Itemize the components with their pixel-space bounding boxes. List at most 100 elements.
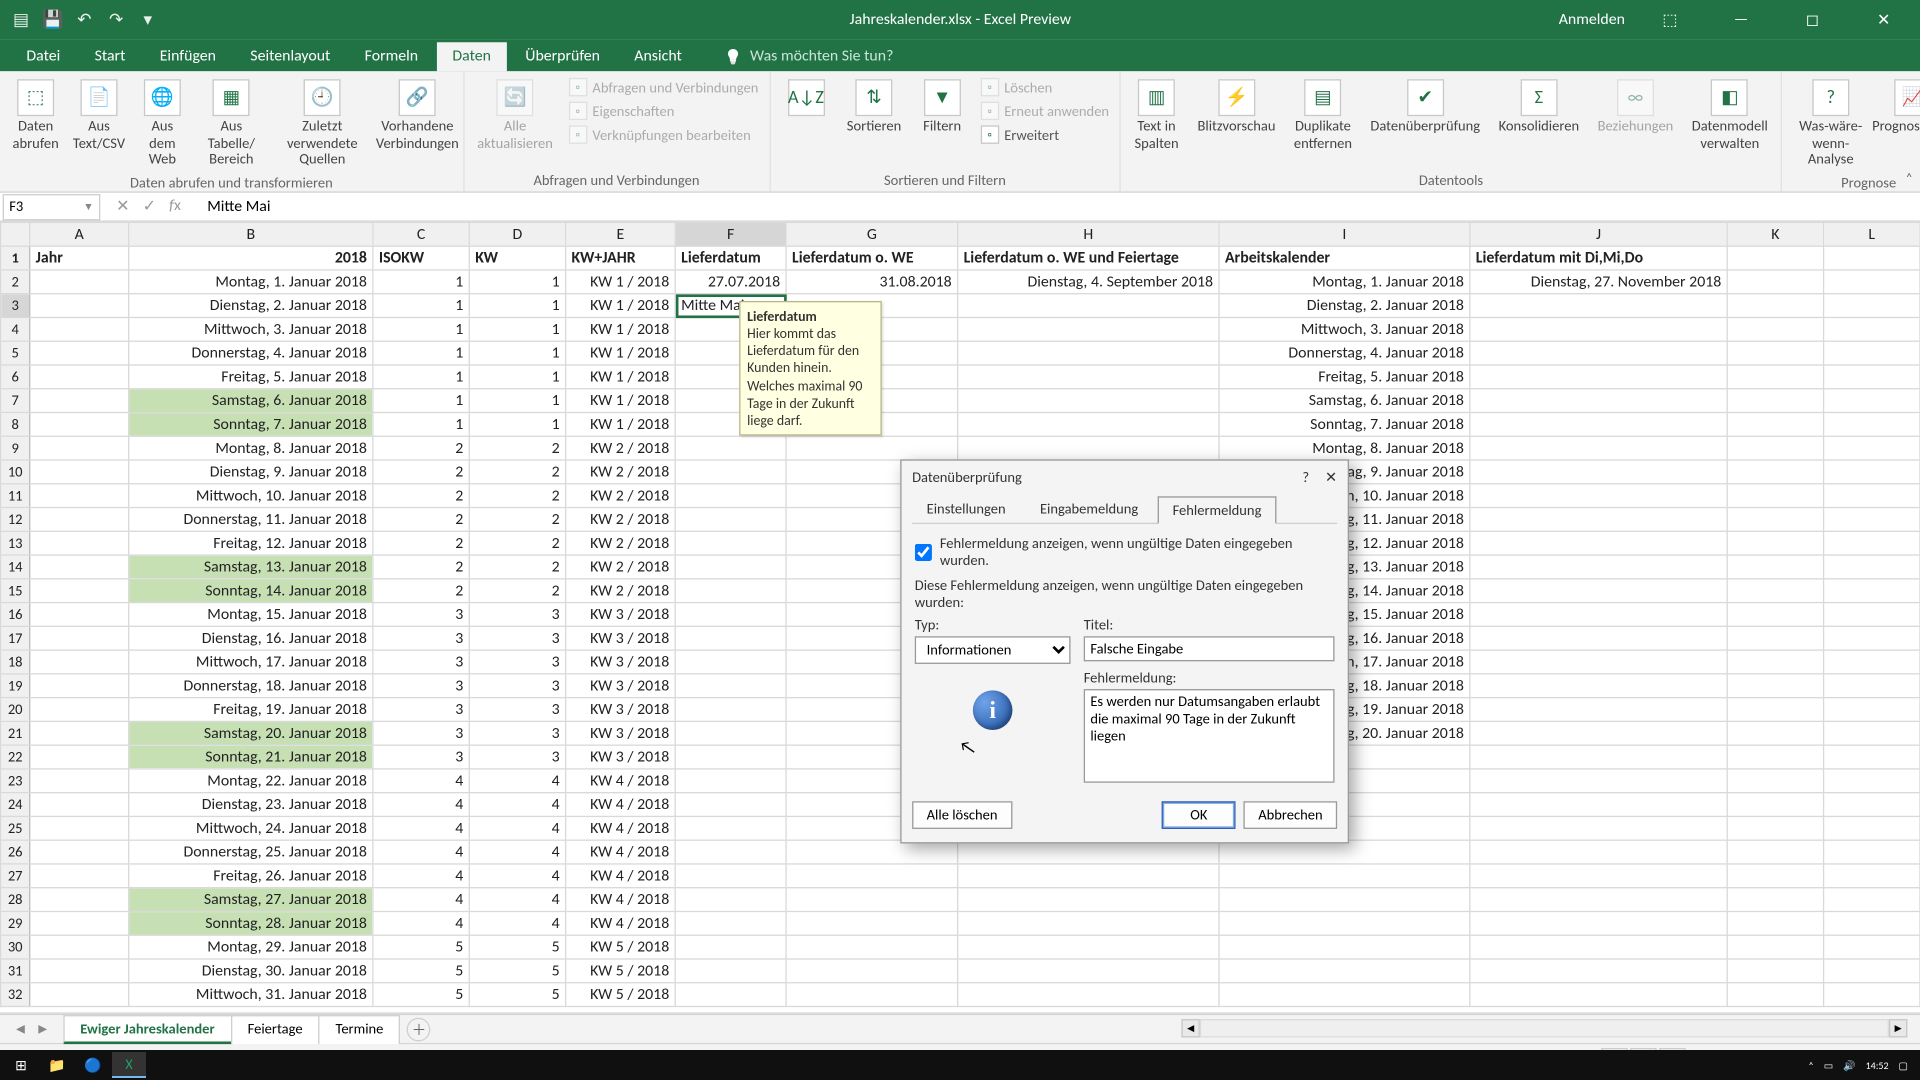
cell[interactable]: [1824, 508, 1920, 532]
cell[interactable]: [675, 911, 786, 935]
cell[interactable]: [786, 959, 958, 983]
cell[interactable]: [1470, 888, 1727, 912]
cell[interactable]: [30, 840, 129, 864]
chevron-down-icon[interactable]: ▼: [83, 200, 93, 213]
cell[interactable]: [958, 840, 1219, 864]
cell[interactable]: [30, 911, 129, 935]
taskbar-excel-icon[interactable]: X: [112, 1052, 146, 1078]
cell[interactable]: [1727, 698, 1823, 722]
cell[interactable]: 2: [469, 555, 565, 579]
cell[interactable]: [1470, 816, 1727, 840]
cell[interactable]: [1824, 436, 1920, 460]
name-box[interactable]: F3 ▼: [3, 193, 101, 219]
cell[interactable]: [1219, 888, 1470, 912]
cell[interactable]: 2: [373, 579, 469, 603]
row-header[interactable]: 15: [1, 579, 30, 603]
ribbon-tab-ansicht[interactable]: Ansicht: [618, 42, 697, 71]
cell[interactable]: 4: [469, 840, 565, 864]
cell[interactable]: 1: [373, 270, 469, 294]
cell[interactable]: 2: [373, 484, 469, 508]
horizontal-scrollbar[interactable]: ◄ ►: [1181, 1019, 1907, 1037]
row-header[interactable]: 25: [1, 816, 30, 840]
cell[interactable]: [1824, 793, 1920, 817]
ribbon-btn[interactable]: 🔗VorhandeneVerbindungen: [380, 77, 455, 155]
cell[interactable]: [30, 579, 129, 603]
ribbon-btn[interactable]: 📈Prognoseblatt: [1879, 77, 1920, 139]
cell[interactable]: [675, 436, 786, 460]
scroll-right-icon[interactable]: ►: [1889, 1019, 1907, 1037]
ribbon-btn[interactable]: ✔Datenüberprüfung: [1365, 77, 1485, 139]
cell[interactable]: [1470, 674, 1727, 698]
cell[interactable]: [1470, 626, 1727, 650]
cell[interactable]: [1824, 816, 1920, 840]
start-button[interactable]: ⊞: [4, 1052, 38, 1078]
cell[interactable]: Sonntag, 14. Januar 2018: [129, 579, 373, 603]
row-header[interactable]: 27: [1, 864, 30, 888]
row-header[interactable]: 29: [1, 911, 30, 935]
cell[interactable]: 1: [469, 317, 565, 341]
cell[interactable]: [1824, 983, 1920, 1007]
cell[interactable]: [958, 864, 1219, 888]
cell[interactable]: [1727, 721, 1823, 745]
col-header-J[interactable]: J: [1470, 222, 1727, 246]
ribbon-tab-formeln[interactable]: Formeln: [349, 42, 434, 71]
cell[interactable]: 4: [469, 888, 565, 912]
cell[interactable]: [786, 864, 958, 888]
cell[interactable]: [1470, 959, 1727, 983]
cell[interactable]: [30, 270, 129, 294]
cell[interactable]: [958, 365, 1219, 389]
col-header-C[interactable]: C: [373, 222, 469, 246]
fx-icon[interactable]: fx: [169, 197, 181, 217]
cell[interactable]: [1727, 983, 1823, 1007]
cell[interactable]: [1470, 579, 1727, 603]
cell[interactable]: [1824, 270, 1920, 294]
cell[interactable]: [958, 317, 1219, 341]
cell[interactable]: [786, 436, 958, 460]
maximize-icon[interactable]: ◻: [1786, 10, 1839, 30]
cell[interactable]: [675, 650, 786, 674]
cell[interactable]: KW 2 / 2018: [566, 484, 676, 508]
cell[interactable]: [1727, 436, 1823, 460]
header-cell[interactable]: 2018: [129, 246, 373, 270]
row-header[interactable]: 28: [1, 888, 30, 912]
header-cell[interactable]: Lieferdatum: [675, 246, 786, 270]
cell[interactable]: Freitag, 12. Januar 2018: [129, 531, 373, 555]
cell[interactable]: 4: [469, 769, 565, 793]
row-header[interactable]: 17: [1, 626, 30, 650]
row-header[interactable]: 19: [1, 674, 30, 698]
row-header[interactable]: 32: [1, 983, 30, 1007]
cell[interactable]: [675, 864, 786, 888]
tray-notifications-icon[interactable]: ▢: [1899, 1059, 1908, 1072]
cell[interactable]: [1824, 674, 1920, 698]
cell[interactable]: Samstag, 13. Januar 2018: [129, 555, 373, 579]
ribbon-btn[interactable]: ▼Filtern: [914, 77, 969, 139]
ribbon-btn[interactable]: A↓Z: [778, 77, 833, 119]
col-header-E[interactable]: E: [566, 222, 676, 246]
cell[interactable]: 3: [373, 721, 469, 745]
cell[interactable]: 3: [373, 603, 469, 627]
cell[interactable]: 3: [469, 674, 565, 698]
sheet-nav-prev-icon[interactable]: ◄: [13, 1020, 27, 1037]
cell[interactable]: Donnerstag, 4. Januar 2018: [1219, 341, 1470, 365]
formula-input[interactable]: Mitte Mai: [197, 197, 1920, 215]
row-header[interactable]: 20: [1, 698, 30, 722]
row-header[interactable]: 31: [1, 959, 30, 983]
cell[interactable]: [786, 935, 958, 959]
cell[interactable]: [958, 959, 1219, 983]
cell[interactable]: [1470, 935, 1727, 959]
cell[interactable]: 1: [373, 389, 469, 413]
cell[interactable]: [30, 626, 129, 650]
cell[interactable]: [30, 793, 129, 817]
cell[interactable]: 2: [373, 531, 469, 555]
cell[interactable]: 4: [469, 864, 565, 888]
sheet-tab[interactable]: Termine: [318, 1014, 400, 1043]
cell[interactable]: [1470, 864, 1727, 888]
tell-me-search[interactable]: Was möchten Sie tun?: [708, 42, 909, 71]
row-header[interactable]: 6: [1, 365, 30, 389]
header-cell[interactable]: Lieferdatum o. WE: [786, 246, 958, 270]
ribbon-options-icon[interactable]: ⬚: [1643, 10, 1696, 30]
cell[interactable]: [675, 531, 786, 555]
cell[interactable]: KW 5 / 2018: [566, 983, 676, 1007]
cell[interactable]: [786, 840, 958, 864]
cell[interactable]: [1219, 983, 1470, 1007]
